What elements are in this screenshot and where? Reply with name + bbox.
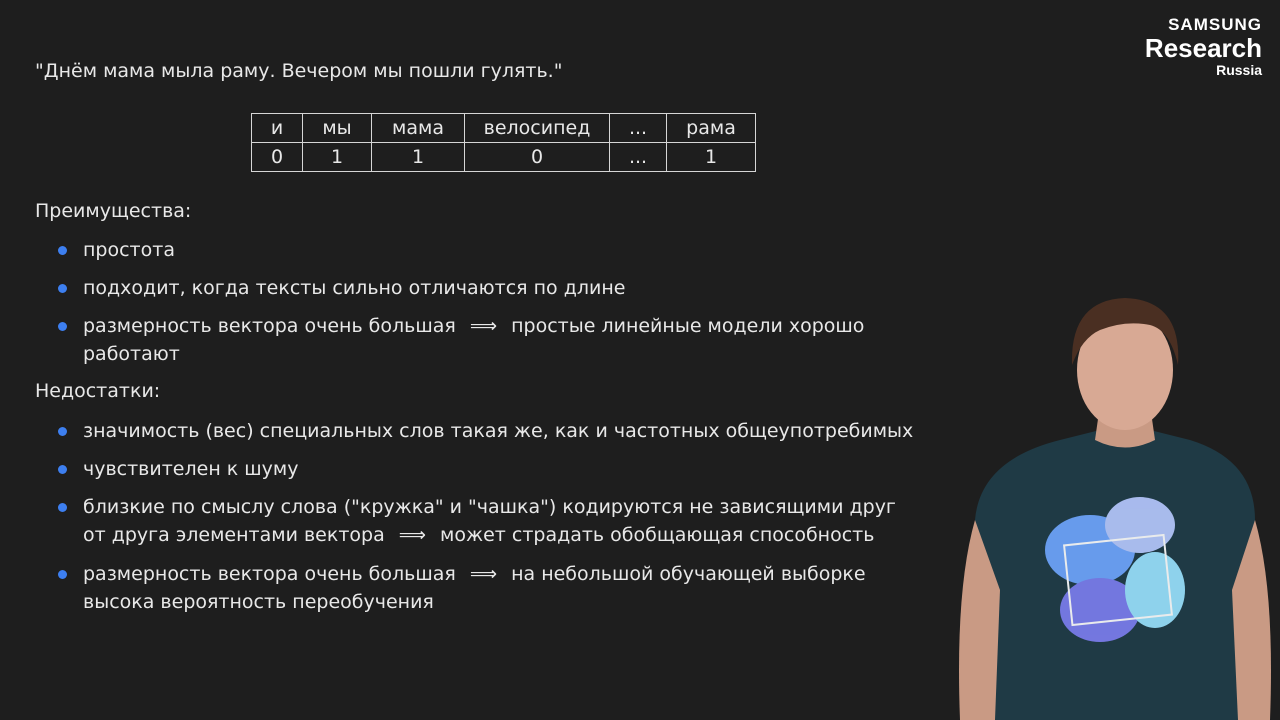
- list-item-text: подходит, когда тексты сильно отличаются…: [83, 277, 626, 299]
- table-header-cell: мама: [371, 113, 465, 143]
- table-header-row: и мы мама велосипед ... рама: [251, 113, 756, 143]
- implies-arrow-icon: ⟹: [469, 315, 498, 337]
- table-value-cell: 0: [251, 142, 303, 172]
- table-value-cell: 1: [302, 142, 372, 172]
- bullet-dot-icon: [58, 427, 67, 436]
- list-item: размерность вектора очень большая ⟹ просты…: [58, 312, 864, 368]
- table-header-cell: велосипед: [464, 113, 610, 143]
- advantages-heading: Преимущества:: [35, 200, 192, 222]
- list-item-text-part: простые линейные модели хорошо: [511, 315, 865, 337]
- list-item-text-line2: высока вероятность переобучения: [83, 591, 434, 613]
- list-item-text-part: от друга элементами вектора: [83, 524, 385, 546]
- disadvantages-heading: Недостатки:: [35, 380, 161, 402]
- example-sentence: "Днём мама мыла раму. Вечером мы пошли г…: [35, 60, 563, 82]
- logo-line-2: Research: [1144, 33, 1262, 63]
- implies-arrow-icon: ⟹: [398, 524, 426, 546]
- list-item: близкие по смыслу слова ("кружка" и "чаш…: [58, 493, 896, 549]
- list-item: размерность вектора очень большая ⟹ на неб…: [58, 560, 866, 616]
- table-value-cell: ...: [609, 142, 667, 172]
- table-header-cell: мы: [302, 113, 372, 143]
- list-item-text: значимость (вес) специальных слов такая …: [83, 420, 914, 442]
- slide: SAMSUNG Research Russia "Днём мама мыла …: [0, 0, 1280, 720]
- table-header-cell: рама: [666, 113, 756, 143]
- table-header-cell: и: [251, 113, 303, 143]
- logo-line-3: Russia: [1216, 62, 1262, 78]
- table-header-cell: ...: [609, 113, 667, 143]
- list-item-text-line2: работают: [83, 343, 180, 365]
- list-item-text-part: на небольшой обучающей выборке: [511, 563, 866, 585]
- implies-arrow-icon: ⟹: [469, 563, 498, 585]
- list-item-text: простота: [83, 239, 175, 261]
- table-value-cell: 1: [666, 142, 756, 172]
- list-item-text-part: размерность вектора очень большая: [83, 563, 456, 585]
- list-item: простота: [58, 236, 175, 264]
- bullet-dot-icon: [58, 284, 67, 293]
- table-value-row: 0 1 1 0 ... 1: [251, 142, 756, 172]
- list-item: подходит, когда тексты сильно отличаются…: [58, 274, 625, 302]
- logo-line-1: SAMSUNG: [1168, 15, 1262, 34]
- table-value-cell: 1: [371, 142, 465, 172]
- presenter-illustration: [959, 298, 1271, 720]
- bullet-dot-icon: [58, 503, 67, 512]
- list-item-text: размерность вектора очень большая ⟹ на неб…: [83, 560, 866, 588]
- samsung-research-logo: SAMSUNG Research Russia: [1145, 16, 1262, 77]
- bag-of-words-table: и мы мама велосипед ... рама 0 1 1 0 ...…: [251, 113, 756, 172]
- table-value-cell: 0: [464, 142, 610, 172]
- bullet-dot-icon: [58, 465, 67, 474]
- list-item-text: чувствителен к шуму: [83, 458, 299, 480]
- bullet-dot-icon: [58, 570, 67, 579]
- list-item-text: размерность вектора очень большая ⟹ просты…: [83, 312, 864, 340]
- list-item-text-part: может страдать обобщающая способность: [440, 524, 875, 546]
- bullet-dot-icon: [58, 322, 67, 331]
- list-item-text-part: размерность вектора очень большая: [83, 315, 456, 337]
- list-item: значимость (вес) специальных слов такая …: [58, 417, 913, 445]
- list-item: чувствителен к шуму: [58, 455, 299, 483]
- list-item-text: близкие по смыслу слова ("кружка" и "чаш…: [83, 496, 896, 518]
- bullet-dot-icon: [58, 246, 67, 255]
- list-item-text-line2: от друга элементами вектора ⟹ может страда…: [83, 521, 896, 549]
- presenter-figure: [950, 290, 1280, 720]
